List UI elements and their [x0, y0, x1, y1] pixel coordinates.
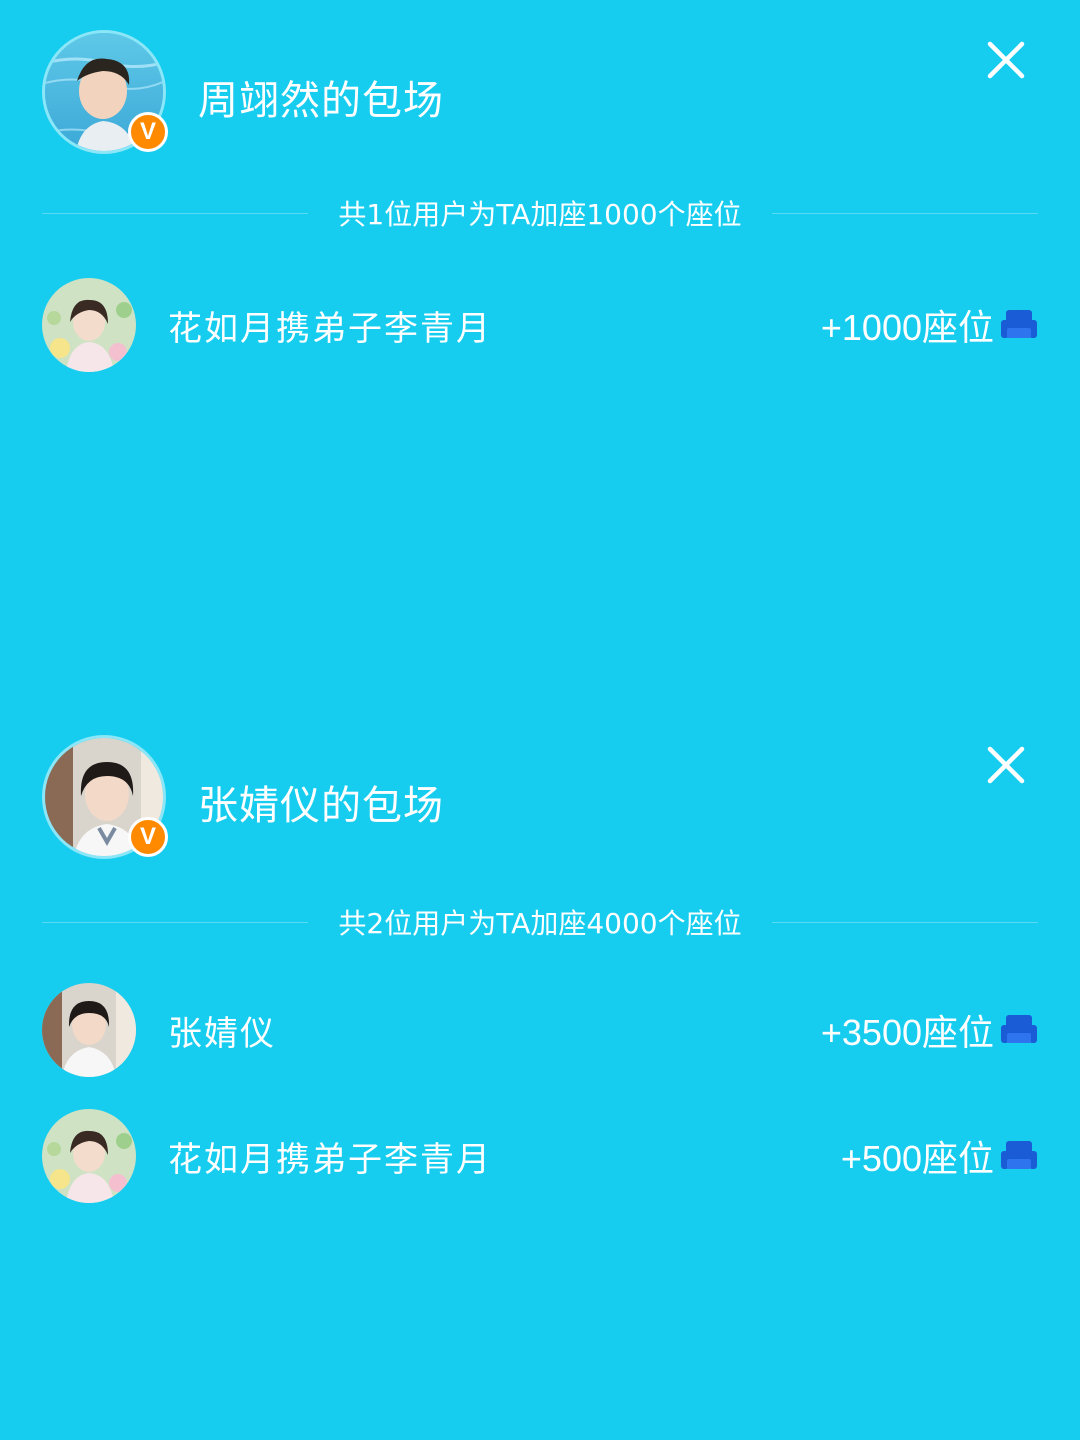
summary-divider: 共1位用户为TA加座1000个座位	[42, 192, 1039, 234]
list-item[interactable]: 张婧仪 +3500座位	[42, 982, 1038, 1078]
supporter-name: 花如月携弟子李青月	[168, 1139, 492, 1180]
divider-line	[771, 921, 1039, 923]
divider-line	[42, 921, 309, 923]
summary-divider: 共2位用户为TA加座4000个座位	[42, 901, 1039, 943]
list-item[interactable]: 花如月携弟子李青月 +1000座位	[42, 277, 1038, 373]
verified-badge-icon: V	[128, 112, 168, 152]
divider-line	[771, 212, 1039, 214]
avatar[interactable]	[42, 278, 136, 372]
seat-icon	[1001, 310, 1037, 338]
seat-amount: +3500座位	[820, 1012, 994, 1053]
divider-line	[42, 212, 309, 214]
verified-badge-icon: V	[128, 817, 168, 857]
panel-zhang-jingyi: V 张婧仪的包场 共2位用户为TA加座4000个座位 张婧仪 +3500座位 花…	[0, 705, 1080, 1440]
avatar[interactable]	[42, 1109, 136, 1203]
seat-icon	[1001, 1015, 1037, 1043]
summary-text: 共2位用户为TA加座4000个座位	[338, 907, 742, 940]
supporter-name: 花如月携弟子李青月	[168, 308, 492, 349]
host-title: 周翊然的包场	[198, 78, 444, 124]
supporter-name: 张婧仪	[168, 1013, 276, 1054]
host-avatar[interactable]: V	[42, 735, 168, 859]
seat-amount: +500座位	[840, 1138, 994, 1179]
avatar[interactable]	[42, 983, 136, 1077]
summary-text: 共1位用户为TA加座1000个座位	[338, 198, 742, 231]
list-item[interactable]: 花如月携弟子李青月 +500座位	[42, 1108, 1038, 1204]
host-title: 张婧仪的包场	[198, 783, 444, 829]
panel-zhou-yiran: V 周翊然的包场 共1位用户为TA加座1000个座位 花如月携弟子李青月 +10…	[0, 0, 1080, 705]
seat-icon	[1001, 1141, 1037, 1169]
seat-amount: +1000座位	[820, 307, 994, 348]
close-icon[interactable]	[982, 36, 1030, 84]
close-icon[interactable]	[982, 741, 1030, 789]
host-avatar[interactable]: V	[42, 30, 168, 154]
